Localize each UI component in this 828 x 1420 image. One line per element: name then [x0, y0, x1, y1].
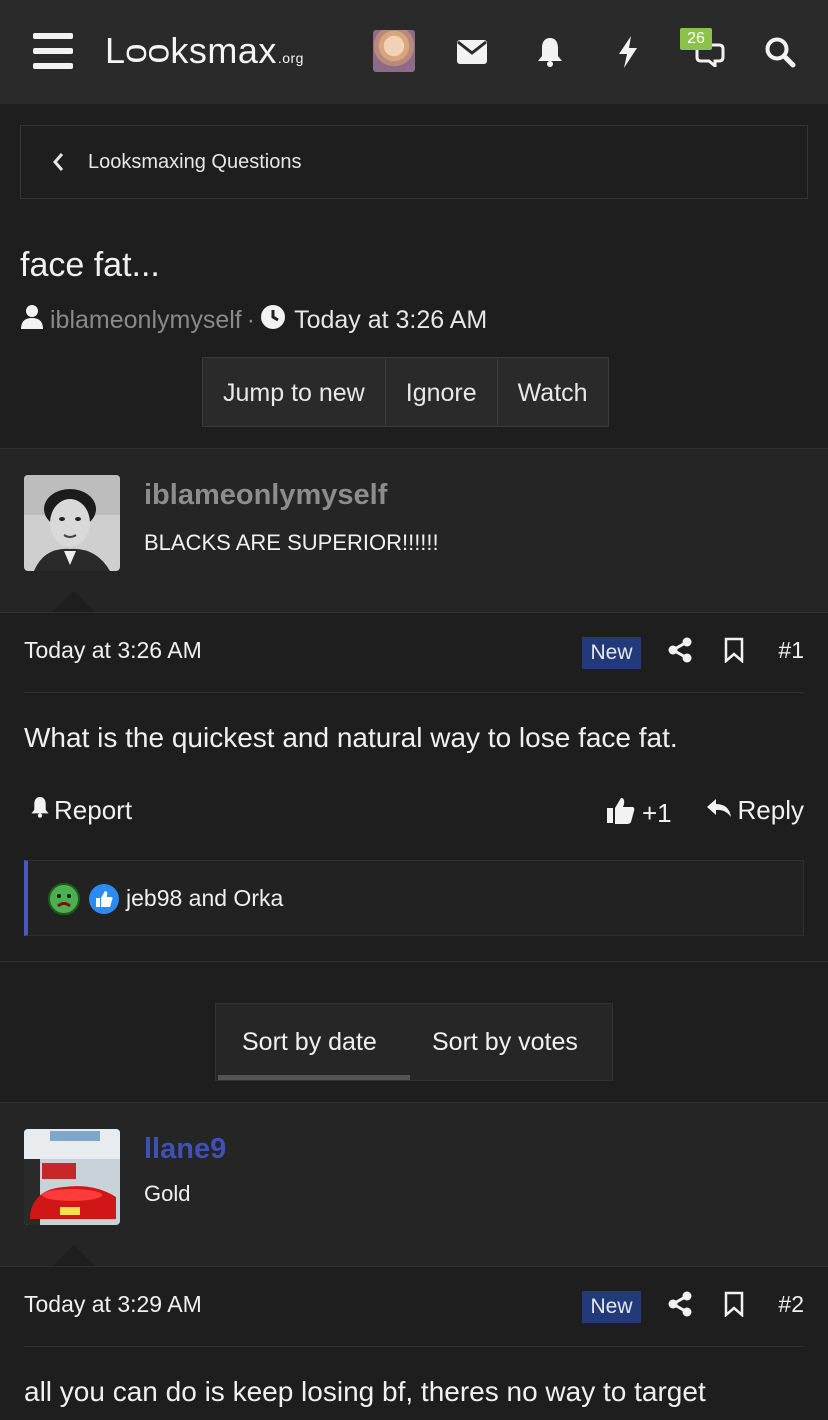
new-badge: New	[582, 637, 641, 669]
user-avatar[interactable]	[373, 30, 415, 72]
bookmark-icon[interactable]	[724, 637, 744, 668]
active-tab-indicator	[218, 1075, 410, 1080]
share-icon[interactable]	[668, 1291, 692, 1322]
top-navigation-bar: Lᴑᴑksmax.org 26	[0, 0, 828, 104]
meta-separator: ·	[246, 306, 256, 334]
breadcrumb-label: Looksmaxing Questions	[88, 151, 302, 173]
post-body: all you can do is keep losing bf, theres…	[24, 1376, 706, 1407]
notification-count-badge: 26	[680, 28, 712, 50]
thread-meta: iblameonlymyself · Today at 3:26 AM	[20, 304, 487, 337]
report-button[interactable]: Report	[30, 795, 132, 826]
breadcrumb[interactable]: Looksmaxing Questions	[20, 125, 808, 199]
search-icon[interactable]	[758, 30, 802, 74]
bolt-icon[interactable]	[606, 30, 650, 74]
post-date[interactable]: Today at 3:29 AM	[24, 1291, 202, 1318]
message-arrow	[52, 591, 96, 613]
avatar[interactable]	[24, 1129, 120, 1225]
thumbs-up-icon	[606, 795, 636, 832]
divider	[24, 1346, 804, 1347]
menu-icon[interactable]	[33, 33, 73, 69]
post-user-block: iblameonlymyself BLACKS ARE SUPERIOR!!!!…	[0, 449, 828, 613]
post-number[interactable]: #2	[778, 1291, 804, 1318]
post-user-title: BLACKS ARE SUPERIOR!!!!!!	[144, 530, 439, 555]
clock-icon	[260, 304, 286, 337]
post-username[interactable]: llane9	[144, 1133, 226, 1166]
post-date[interactable]: Today at 3:26 AM	[24, 637, 202, 664]
envelope-icon[interactable]	[450, 30, 494, 74]
report-label: Report	[54, 795, 133, 825]
post-body: What is the quickest and natural way to …	[24, 722, 678, 753]
reply-button[interactable]: Reply	[706, 795, 804, 826]
post-user-title: Gold	[144, 1181, 191, 1206]
site-logo[interactable]: Lᴑᴑksmax.org	[105, 30, 304, 72]
tab-sort-by-votes[interactable]: Sort by votes	[432, 1028, 578, 1057]
bookmark-icon[interactable]	[724, 1291, 744, 1322]
post-header: Today at 3:26 AM New #1	[24, 613, 804, 693]
logo-suffix: .org	[277, 50, 304, 66]
post-actions: Report +1 Reply	[24, 795, 804, 835]
avatar[interactable]	[24, 475, 120, 571]
logo-text: Lᴑᴑksmax	[105, 30, 277, 71]
thread-time: Today at 3:26 AM	[294, 306, 488, 334]
post-username[interactable]: iblameonlymyself	[144, 479, 387, 512]
post-header: Today at 3:29 AM New #2	[24, 1267, 804, 1347]
watch-button[interactable]: Watch	[498, 358, 608, 426]
like-reaction-icon	[88, 883, 120, 920]
new-badge: New	[582, 1291, 641, 1323]
divider	[24, 692, 804, 693]
bell-icon[interactable]	[528, 30, 572, 74]
chevron-left-icon	[51, 151, 65, 178]
bell-icon	[30, 795, 50, 826]
tab-sort-by-date[interactable]: Sort by date	[242, 1028, 377, 1057]
reply-icon	[706, 795, 732, 826]
reply-label: Reply	[737, 795, 804, 825]
jump-to-new-button[interactable]: Jump to new	[203, 358, 386, 426]
sick-emoji-icon	[48, 883, 80, 920]
thread-action-buttons: Jump to new Ignore Watch	[202, 357, 609, 427]
divider	[0, 961, 828, 962]
post-user-block: llane9 Gold	[0, 1103, 828, 1267]
reactions-text[interactable]: jeb98 and Orka	[126, 885, 283, 912]
ignore-button[interactable]: Ignore	[386, 358, 498, 426]
like-button[interactable]: +1	[606, 795, 672, 832]
thread-author-link[interactable]: iblameonlymyself	[50, 306, 242, 335]
share-icon[interactable]	[668, 637, 692, 668]
message-arrow	[52, 1245, 96, 1267]
reactions-bar[interactable]: jeb98 and Orka	[24, 860, 804, 936]
user-icon	[20, 304, 44, 337]
sort-tabs: Sort by date Sort by votes	[215, 1003, 613, 1081]
page-title: face fat...	[20, 246, 160, 284]
post-number[interactable]: #1	[778, 637, 804, 664]
like-count: +1	[642, 798, 672, 828]
